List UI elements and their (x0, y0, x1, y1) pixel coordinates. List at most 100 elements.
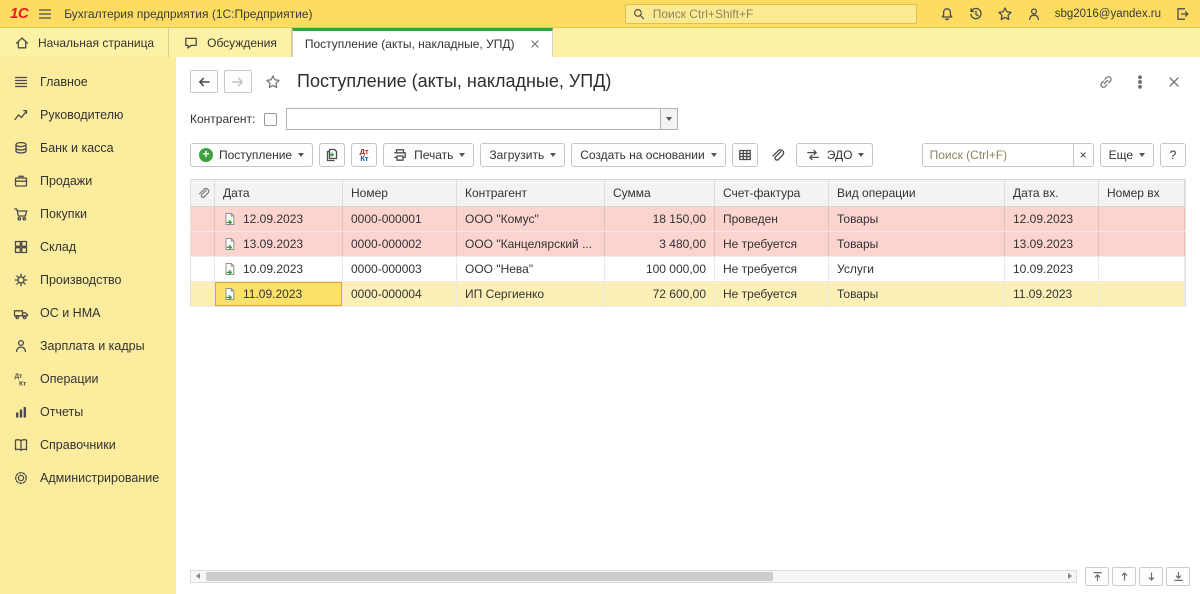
user-email[interactable]: sbg2016@yandex.ru (1055, 8, 1161, 20)
main-menu-button[interactable] (37, 6, 53, 22)
row-date-in-cell[interactable]: 11.09.2023 (1005, 282, 1099, 306)
column-sum[interactable]: Сумма (605, 180, 715, 206)
user-menu-button[interactable] (1026, 6, 1042, 22)
row-invoice-cell[interactable]: Проведен (715, 207, 829, 231)
row-sum-cell[interactable]: 100 000,00 (605, 257, 715, 281)
table-row[interactable]: 12.09.2023 0000-000001 ООО "Комус" 18 15… (191, 207, 1185, 232)
show-postings-button[interactable]: Дт Кт (351, 143, 378, 167)
row-number-in-cell[interactable] (1099, 257, 1185, 281)
forward-button[interactable] (224, 70, 252, 93)
page-up-button[interactable] (1112, 566, 1136, 586)
tab-receipts-active[interactable]: Поступление (акты, накладные, УПД) (291, 28, 554, 57)
row-contragent-cell[interactable]: ООО "Нева" (457, 257, 605, 281)
sidebar-item-production[interactable]: Производство (0, 263, 176, 296)
tab-discussions[interactable]: Обсуждения (169, 28, 292, 57)
sidebar-item-bank[interactable]: Банк и касса (0, 131, 176, 164)
row-attach-cell[interactable] (191, 257, 215, 281)
copy-button[interactable] (319, 143, 346, 167)
row-date-cell[interactable]: 13.09.2023 (215, 232, 343, 256)
column-operation[interactable]: Вид операции (829, 180, 1005, 206)
sidebar-item-sales[interactable]: Продажи (0, 164, 176, 197)
edo-button[interactable]: ЭДО (795, 143, 874, 167)
row-invoice-cell[interactable]: Не требуется (715, 232, 829, 256)
sidebar-item-administration[interactable]: Администрирование (0, 461, 176, 494)
more-button[interactable]: Еще (1099, 143, 1154, 167)
row-date-in-cell[interactable]: 12.09.2023 (1005, 207, 1099, 231)
help-button[interactable]: ? (1160, 143, 1186, 167)
row-sum-cell[interactable]: 18 150,00 (605, 207, 715, 231)
tab-home[interactable]: Начальная страница (0, 28, 170, 57)
column-contragent[interactable]: Контрагент (457, 180, 605, 206)
go-to-list-end-button[interactable] (1166, 566, 1190, 586)
row-date-cell[interactable]: 11.09.2023 (215, 282, 343, 306)
row-operation-cell[interactable]: Товары (829, 207, 1005, 231)
sidebar-item-references[interactable]: Справочники (0, 428, 176, 461)
sidebar-item-warehouse[interactable]: Склад (0, 230, 176, 263)
scroll-left-button[interactable] (191, 571, 204, 582)
sidebar-item-hr[interactable]: Зарплата и кадры (0, 329, 176, 362)
row-contragent-cell[interactable]: ООО "Комус" (457, 207, 605, 231)
row-operation-cell[interactable]: Товары (829, 282, 1005, 306)
history-button[interactable] (968, 6, 984, 22)
row-attach-cell[interactable] (191, 282, 215, 306)
horizontal-scrollbar[interactable] (190, 569, 1077, 583)
row-contragent-cell[interactable]: ООО "Канцелярский ... (457, 232, 605, 256)
tab-close-button[interactable] (528, 37, 542, 51)
scroll-thumb[interactable] (206, 571, 773, 581)
row-operation-cell[interactable]: Товары (829, 232, 1005, 256)
column-date-in[interactable]: Дата вх. (1005, 180, 1099, 206)
table-row[interactable]: 11.09.2023 0000-000004 ИП Сергиенко 72 6… (191, 282, 1185, 307)
row-invoice-cell[interactable]: Не требуется (715, 282, 829, 306)
logout-button[interactable] (1174, 6, 1190, 22)
load-button[interactable]: Загрузить (480, 143, 566, 167)
row-contragent-cell[interactable]: ИП Сергиенко (457, 282, 605, 306)
clear-search-button[interactable]: × (1073, 143, 1094, 167)
filter-checkbox[interactable] (264, 112, 278, 126)
contragent-input[interactable] (286, 108, 661, 130)
column-attachments[interactable] (191, 180, 215, 206)
column-number[interactable]: Номер (343, 180, 457, 206)
favorites-button[interactable] (997, 6, 1013, 22)
sidebar-item-reports[interactable]: Отчеты (0, 395, 176, 428)
row-number-cell[interactable]: 0000-000003 (343, 257, 457, 281)
add-to-favorites-button[interactable] (265, 74, 281, 90)
close-form-button[interactable] (1166, 74, 1182, 90)
create-receipt-button[interactable]: + Поступление (190, 143, 314, 167)
column-invoice[interactable]: Счет-фактура (715, 180, 829, 206)
sidebar-item-main[interactable]: Главное (0, 65, 176, 98)
attachments-button[interactable] (764, 143, 790, 167)
document-register-button[interactable] (731, 143, 758, 167)
back-button[interactable] (190, 70, 218, 93)
table-row[interactable]: 10.09.2023 0000-000003 ООО "Нева" 100 00… (191, 257, 1185, 282)
window-menu-button[interactable] (1132, 74, 1148, 90)
list-search-input[interactable] (921, 143, 1074, 167)
row-date-cell[interactable]: 10.09.2023 (215, 257, 343, 281)
print-button[interactable]: Печать (383, 143, 475, 167)
get-link-button[interactable] (1098, 74, 1114, 90)
scroll-track[interactable] (204, 571, 1063, 582)
contragent-dropdown-button[interactable] (660, 108, 679, 130)
sidebar-item-fixed-assets[interactable]: ОС и НМА (0, 296, 176, 329)
sidebar-item-purchases[interactable]: Покупки (0, 197, 176, 230)
row-number-in-cell[interactable] (1099, 232, 1185, 256)
scroll-right-button[interactable] (1063, 571, 1076, 582)
row-number-cell[interactable]: 0000-000002 (343, 232, 457, 256)
row-sum-cell[interactable]: 72 600,00 (605, 282, 715, 306)
notifications-button[interactable] (939, 6, 955, 22)
row-attach-cell[interactable] (191, 207, 215, 231)
global-search-input[interactable] (650, 5, 910, 22)
go-to-list-top-button[interactable] (1085, 566, 1109, 586)
row-number-cell[interactable]: 0000-000001 (343, 207, 457, 231)
column-number-in[interactable]: Номер вх (1099, 180, 1185, 206)
page-down-button[interactable] (1139, 566, 1163, 586)
row-operation-cell[interactable]: Услуги (829, 257, 1005, 281)
row-number-in-cell[interactable] (1099, 282, 1185, 306)
create-based-on-button[interactable]: Создать на основании (571, 143, 726, 167)
row-date-cell[interactable]: 12.09.2023 (215, 207, 343, 231)
sidebar-item-operations[interactable]: Дт Кт Операции (0, 362, 176, 395)
global-search[interactable] (624, 3, 917, 24)
sidebar-item-manager[interactable]: Руководителю (0, 98, 176, 131)
table-row[interactable]: 13.09.2023 0000-000002 ООО "Канцелярский… (191, 232, 1185, 257)
column-date[interactable]: Дата (215, 180, 343, 206)
row-attach-cell[interactable] (191, 232, 215, 256)
